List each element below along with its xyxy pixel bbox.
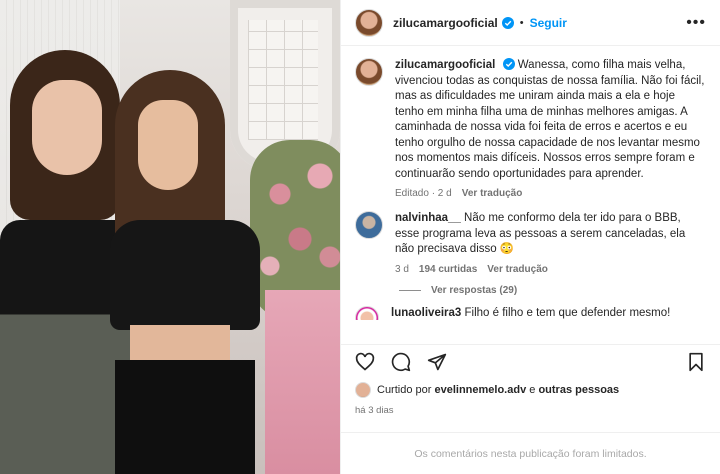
verified-icon (502, 58, 515, 70)
follow-button[interactable]: Seguir (530, 16, 567, 30)
more-options-icon[interactable]: ••• (686, 14, 706, 32)
liked-connector: e (529, 384, 536, 396)
caption-avatar[interactable] (355, 58, 383, 86)
comment-icon[interactable] (389, 350, 413, 374)
comment-avatar[interactable] (355, 305, 379, 320)
bookmark-icon[interactable] (684, 350, 708, 374)
liked-user[interactable]: evelinnemelo.adv (434, 384, 526, 396)
liked-by: Curtido por evelinnemelo.adv e outras pe… (355, 382, 619, 398)
comment-item: lunaoliveira3 Filho é filho e tem que de… (355, 305, 706, 320)
comment-likes[interactable]: 194 curtidas (419, 264, 477, 275)
caption: zilucamargooficial Wanessa, como filha m… (355, 58, 706, 199)
view-replies-button[interactable]: Ver respostas (29) (399, 285, 706, 296)
share-icon[interactable] (425, 350, 449, 374)
caption-text: Wanessa, como filha mais velha, vivencio… (395, 59, 705, 180)
comment-item: nalvinhaa__ Não me conformo dela ter ido… (355, 211, 706, 275)
author-avatar[interactable] (355, 8, 383, 37)
action-bar (341, 344, 720, 378)
comments-list[interactable]: zilucamargooficial Wanessa, como filha m… (341, 46, 720, 346)
liked-others[interactable]: outras pessoas (538, 384, 619, 396)
comment-avatar[interactable] (355, 211, 383, 239)
photo-table (265, 290, 340, 474)
comment-text: Filho é filho e tem que defender mesmo! (464, 306, 671, 319)
photo-girl (110, 70, 270, 474)
view-replies-label: Ver respostas (29) (431, 284, 518, 296)
comments-limited-notice: Os comentários nesta publicação foram li… (341, 432, 720, 474)
author-username[interactable]: zilucamargooficial (393, 16, 498, 30)
replies-divider (399, 289, 421, 291)
post-panel: zilucamargooficial • Seguir ••• zilucama… (340, 0, 720, 474)
caption-translate-link[interactable]: Ver tradução (462, 188, 523, 199)
comment-username[interactable]: nalvinhaa__ (395, 212, 461, 224)
verified-icon (501, 16, 514, 29)
header-separator: • (519, 16, 524, 29)
comment-age: 3 d (395, 263, 409, 275)
caption-username[interactable]: zilucamargooficial (395, 59, 495, 71)
comment-username[interactable]: lunaoliveira3 (391, 307, 461, 319)
post-photo (0, 0, 340, 474)
post-header: zilucamargooficial • Seguir ••• (341, 0, 720, 46)
caption-edited: Editado · 2 d (395, 188, 452, 199)
comment-translate-link[interactable]: Ver tradução (487, 264, 548, 275)
liker-avatar[interactable] (355, 382, 371, 398)
heart-icon[interactable] (353, 350, 377, 374)
post-date[interactable]: há 3 dias (355, 405, 394, 416)
liked-prefix: Curtido por (377, 384, 432, 396)
